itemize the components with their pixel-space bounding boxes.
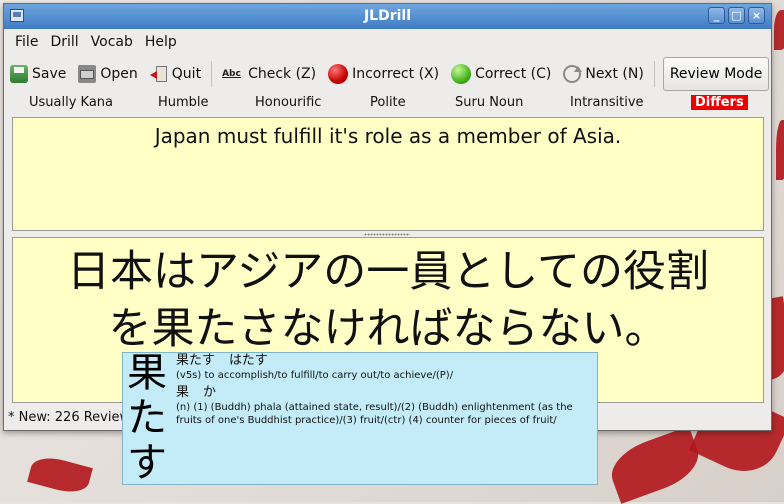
toolbar: Save Open Quit Abc Check (Z) Incorrect (… bbox=[4, 56, 771, 92]
open-icon bbox=[78, 65, 97, 83]
maximize-button[interactable]: □ bbox=[728, 7, 745, 24]
dictionary-popup: 果 た す 果たす はたす (v5s) to accomplish/to fulf… bbox=[122, 352, 598, 485]
popup-entry-definition: (v5s) to accomplish/to fulfill/to carry … bbox=[176, 370, 454, 381]
question-panel[interactable]: Japan must fulfill it's role as a member… bbox=[12, 117, 764, 231]
tag-bar: Usually Kana Humble Honourific Polite Su… bbox=[4, 95, 771, 113]
spellcheck-icon: Abc bbox=[222, 69, 241, 79]
menu-bar: File Drill Vocab Help bbox=[4, 30, 771, 54]
save-icon bbox=[10, 65, 28, 83]
check-button[interactable]: Abc Check (Z) bbox=[216, 58, 322, 90]
tag-honourific: Honourific bbox=[255, 95, 322, 110]
answer-text: 日本はアジアの一員としての役割 を果たさなければならない。 bbox=[13, 244, 763, 358]
quit-label: Quit bbox=[171, 66, 202, 82]
next-button[interactable]: Next (N) bbox=[557, 58, 649, 90]
popup-entry-head: 果たす はたす bbox=[176, 353, 591, 369]
correct-button[interactable]: Correct (C) bbox=[445, 58, 557, 90]
menu-file[interactable]: File bbox=[10, 30, 43, 54]
window-title: JLDrill bbox=[363, 8, 412, 24]
tag-differs: Differs bbox=[691, 95, 748, 110]
quit-button[interactable]: Quit bbox=[144, 58, 207, 90]
menu-drill[interactable]: Drill bbox=[45, 30, 83, 54]
red-circle-icon bbox=[328, 64, 349, 84]
popup-entry: 果たす はたす (v5s) to accomplish/to fulfill/to… bbox=[176, 353, 591, 382]
refresh-icon bbox=[563, 65, 583, 83]
tag-suru-noun: Suru Noun bbox=[455, 95, 524, 110]
popup-entry: 果か (n) (1) (Buddh) phala (attained state… bbox=[176, 385, 591, 427]
tag-usually-kana: Usually Kana bbox=[29, 95, 114, 110]
tag-humble: Humble bbox=[158, 95, 209, 110]
wallpaper-leaf bbox=[604, 426, 706, 504]
popup-entry-word: 果 bbox=[176, 385, 190, 400]
popup-entry-head: 果か bbox=[176, 385, 591, 401]
window-controls: _ □ × bbox=[708, 7, 765, 24]
menu-help[interactable]: Help bbox=[140, 30, 182, 54]
status-bar: * New: 226 Review bbox=[8, 410, 131, 425]
save-button[interactable]: Save bbox=[4, 58, 72, 90]
check-label: Check (Z) bbox=[248, 66, 317, 82]
popup-kanji-char: た bbox=[127, 395, 167, 441]
tag-intransitive: Intransitive bbox=[570, 95, 644, 110]
green-circle-icon bbox=[451, 64, 472, 84]
pane-resize-handle[interactable] bbox=[364, 233, 410, 236]
incorrect-button[interactable]: Incorrect (X) bbox=[322, 58, 445, 90]
popup-kanji: 果 た す bbox=[125, 352, 169, 485]
incorrect-label: Incorrect (X) bbox=[352, 66, 440, 82]
toolbar-separator bbox=[653, 61, 655, 87]
popup-entry-reading: か bbox=[203, 385, 217, 400]
close-button[interactable]: × bbox=[748, 7, 765, 24]
next-label: Next (N) bbox=[585, 66, 644, 82]
correct-label: Correct (C) bbox=[475, 66, 552, 82]
tag-polite: Polite bbox=[370, 95, 406, 110]
answer-line-2: を果たさなければならない。 bbox=[108, 304, 668, 354]
wallpaper-leaf bbox=[27, 452, 93, 498]
popup-entry-reading: はたす bbox=[229, 353, 268, 368]
open-button[interactable]: Open bbox=[72, 58, 143, 90]
question-text: Japan must fulfill it's role as a member… bbox=[154, 124, 622, 148]
open-label: Open bbox=[100, 66, 138, 82]
menu-vocab[interactable]: Vocab bbox=[86, 30, 138, 54]
quit-icon bbox=[149, 65, 168, 83]
wallpaper-leaf bbox=[776, 120, 784, 180]
popup-entry-word: 果たす bbox=[176, 353, 216, 368]
popup-entry-definition: (n) (1) (Buddh) phala (attained state, r… bbox=[176, 402, 573, 426]
answer-line-1: 日本はアジアの一員としての役割 bbox=[67, 247, 709, 297]
popup-kanji-char: 果 bbox=[127, 352, 167, 396]
popup-kanji-char: す bbox=[127, 440, 167, 485]
review-mode-button[interactable]: Review Mode bbox=[662, 57, 770, 91]
minimize-button[interactable]: _ bbox=[708, 7, 725, 24]
save-label: Save bbox=[32, 66, 67, 82]
title-bar[interactable]: JLDrill _ □ × bbox=[4, 4, 771, 29]
toolbar-separator bbox=[211, 61, 213, 87]
wallpaper-leaf bbox=[774, 10, 784, 50]
